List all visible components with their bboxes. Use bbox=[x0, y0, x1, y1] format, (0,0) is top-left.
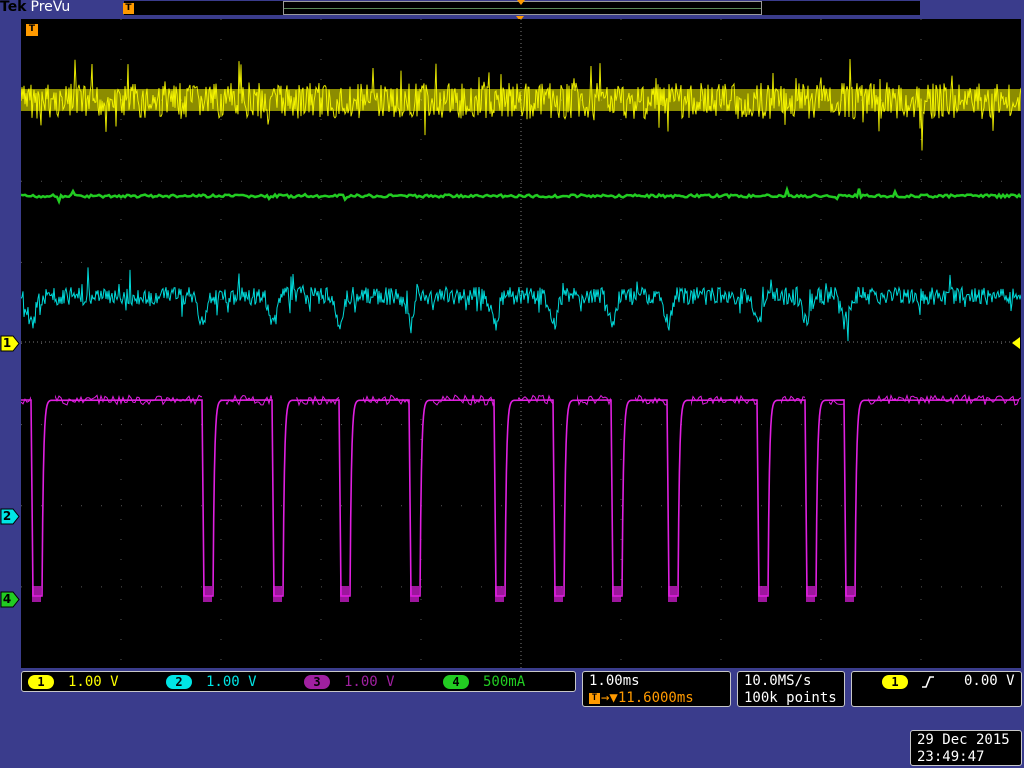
trigger-position-readout: T →▼11.6000ms bbox=[589, 690, 694, 706]
grid bbox=[21, 19, 1021, 668]
record-center-line bbox=[284, 8, 761, 9]
trigger-time-icon: T bbox=[26, 24, 38, 36]
ch4-badge: 4 bbox=[443, 675, 469, 689]
trigger-source-badge: 1 bbox=[882, 675, 908, 689]
date: 29 Dec 2015 bbox=[917, 732, 1010, 748]
acquisition-status[interactable]: 10.0MS/s 100k points bbox=[737, 671, 845, 707]
ch3-status[interactable]: 3 1.00 V bbox=[304, 674, 395, 690]
ch4-scale: 500mA bbox=[483, 674, 526, 690]
ch1-status[interactable]: 1 1.00 V bbox=[28, 674, 119, 690]
sample-rate: 10.0MS/s bbox=[744, 673, 812, 689]
ch4-ground-marker[interactable]: 4 bbox=[0, 591, 20, 608]
ch1-ground-marker[interactable]: 1 bbox=[0, 335, 20, 352]
trigger-status[interactable]: 1 0.00 V bbox=[851, 671, 1022, 707]
datetime-box: 29 Dec 2015 23:49:47 bbox=[910, 730, 1022, 766]
ch3-scale: 1.00 V bbox=[344, 674, 395, 690]
record-trigger-position-icon bbox=[517, 0, 525, 5]
channel-status-bar: 1 1.00 V 2 1.00 V 3 1.00 V 4 500mA bbox=[21, 671, 576, 692]
waveform-display[interactable]: T bbox=[21, 19, 1021, 668]
timebase-scale: 1.00ms bbox=[589, 673, 640, 689]
ch3-badge: 3 bbox=[304, 675, 330, 689]
record-length: 100k points bbox=[744, 690, 837, 706]
top-bar: Tek PreVu T bbox=[0, 0, 1024, 16]
ch2-scale: 1.00 V bbox=[206, 674, 257, 690]
brand: Tek PreVu bbox=[0, 0, 70, 15]
trigger-position-value: →▼11.6000ms bbox=[601, 690, 694, 706]
timebase-status[interactable]: 1.00ms T →▼11.6000ms bbox=[582, 671, 731, 707]
ch1-scale: 1.00 V bbox=[68, 674, 119, 690]
trigger-level: 0.00 V bbox=[964, 673, 1015, 689]
ch2-ground-marker[interactable]: 2 bbox=[0, 508, 20, 525]
trigger-level-icon[interactable] bbox=[1012, 337, 1020, 349]
time: 23:49:47 bbox=[917, 749, 985, 765]
acquisition-mode: PreVu bbox=[30, 0, 71, 15]
ch2-badge: 2 bbox=[166, 675, 192, 689]
brand-name: Tek bbox=[0, 0, 27, 15]
waveforms bbox=[21, 58, 1021, 602]
ch4-status[interactable]: 4 500mA bbox=[443, 674, 525, 690]
record-trigger-icon: T bbox=[123, 3, 134, 14]
trigger-small-icon: T bbox=[589, 692, 600, 704]
waveform-graticule bbox=[21, 19, 1021, 668]
rising-edge-icon bbox=[922, 676, 934, 688]
ch2-status[interactable]: 2 1.00 V bbox=[166, 674, 257, 690]
ch1-badge: 1 bbox=[28, 675, 54, 689]
